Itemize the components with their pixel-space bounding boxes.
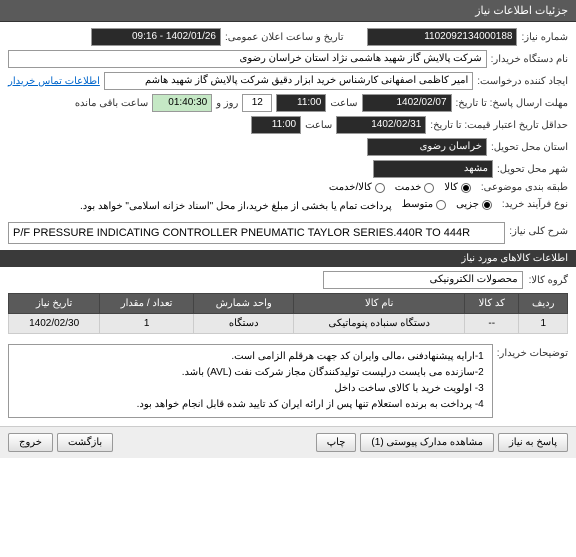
header-bar: جزئیات اطلاعات نیاز [0, 0, 576, 22]
radio-icon [424, 183, 434, 193]
countdown: 01:40:30 [152, 94, 212, 112]
need-number-label: شماره نیاز: [521, 32, 568, 43]
radio-icon [375, 183, 385, 193]
city-label: شهر محل تحویل: [497, 164, 568, 175]
sub-header-title: اطلاعات کالاهای مورد نیاز [461, 253, 568, 264]
day-label: روز و [216, 98, 238, 109]
radio-medium[interactable]: متوسط [402, 199, 446, 210]
print-button[interactable]: چاپ [316, 433, 357, 452]
th-code: کد کالا [464, 294, 519, 314]
classification-label: طبقه بندی موضوعی: [481, 182, 568, 193]
buyer-value: شرکت پالایش گاز شهید هاشمی نژاد استان خر… [8, 50, 487, 68]
description-label: شرح کلی نیاز: [509, 226, 568, 237]
province-value: خراسان رضوی [367, 138, 487, 156]
radio-goods[interactable]: کالا [444, 182, 471, 193]
contact-link[interactable]: اطلاعات تماس خریدار [8, 76, 100, 87]
exit-button[interactable]: خروج [8, 433, 53, 452]
group-label: گروه کالا: [529, 275, 568, 286]
radio-icon [461, 183, 471, 193]
deadline-date: 1402/02/07 [362, 94, 452, 112]
deadline-label: مهلت ارسال پاسخ: تا تاریخ: [456, 98, 568, 109]
description-box: P/F PRESSURE INDICATING CONTROLLER PNEUM… [8, 222, 505, 244]
td-code: -- [464, 314, 519, 334]
td-name: دستگاه سنباده پنوماتیکی [294, 314, 465, 334]
form-section: شماره نیاز: 1102092134000188 تاریخ و ساع… [0, 22, 576, 222]
td-row: 1 [519, 314, 568, 334]
th-row: ردیف [519, 294, 568, 314]
radio-icon [482, 200, 492, 210]
hour-label-2: ساعت [305, 120, 332, 131]
announce-value: 1402/01/26 - 09:16 [91, 28, 221, 46]
price-valid-label: حداقل تاریخ اعتبار قیمت: تا تاریخ: [430, 120, 568, 131]
respond-button[interactable]: پاسخ به نیاز [498, 433, 568, 452]
notes-label: توضیحات خریدار: [497, 348, 568, 359]
group-value: محصولات الکترونیکی [323, 271, 523, 289]
header-title: جزئیات اطلاعات نیاز [475, 5, 568, 17]
radio-both[interactable]: کالا/خدمت [329, 182, 385, 193]
creator-label: ایجاد کننده درخواست: [477, 76, 568, 87]
note-line: 2-سازنده می بایست درلیست تولیدکنندگان مج… [17, 365, 484, 381]
deadline-min: 12 [242, 94, 272, 112]
note-line: 1-ارایه پیشنهادفنی ،مالی وایران کد جهت ه… [17, 349, 484, 365]
buyer-label: نام دستگاه خریدار: [491, 54, 568, 65]
remaining-label: ساعت باقی مانده [75, 98, 148, 109]
items-table: ردیف کد کالا نام کالا واحد شمارش تعداد /… [8, 293, 568, 334]
note-line: 3- اولویت خرید با کالای ساخت داخل [17, 381, 484, 397]
back-button[interactable]: بازگشت [57, 433, 113, 452]
table-row[interactable]: 1 -- دستگاه سنباده پنوماتیکی دستگاه 1 14… [9, 314, 568, 334]
city-value: مشهد [373, 160, 493, 178]
sub-header: اطلاعات کالاهای مورد نیاز [0, 250, 576, 267]
hour-label-1: ساعت [330, 98, 357, 109]
announce-label: تاریخ و ساعت اعلان عمومی: [225, 32, 344, 43]
creator-value: امیر کاظمی اصفهانی کارشناس خرید ابزار دق… [104, 72, 473, 90]
price-valid-hour: 11:00 [251, 116, 301, 134]
th-name: نام کالا [294, 294, 465, 314]
deadline-hour: 11:00 [276, 94, 326, 112]
purchase-note: پرداخت تمام یا بخشی از مبلغ خرید،از محل … [80, 201, 392, 212]
process-label: نوع فرآیند خرید: [502, 199, 568, 210]
td-unit: دستگاه [193, 314, 293, 334]
province-label: استان محل تحویل: [491, 142, 568, 153]
th-unit: واحد شمارش [193, 294, 293, 314]
attachments-button[interactable]: مشاهده مدارک پیوستی (1) [360, 433, 494, 452]
th-qty: تعداد / مقدار [100, 294, 194, 314]
notes-box: 1-ارایه پیشنهادفنی ،مالی وایران کد جهت ه… [8, 344, 493, 418]
note-line: 4- پرداخت به برنده استعلام تنها پس از ار… [17, 397, 484, 413]
need-number-value: 1102092134000188 [367, 28, 517, 46]
price-valid-date: 1402/02/31 [336, 116, 426, 134]
td-qty: 1 [100, 314, 194, 334]
th-date: تاریخ نیاز [9, 294, 100, 314]
footer: پاسخ به نیاز مشاهده مدارک پیوستی (1) چاپ… [0, 426, 576, 458]
radio-minor[interactable]: جزیی [456, 199, 492, 210]
td-date: 1402/02/30 [9, 314, 100, 334]
radio-service[interactable]: خدمت [395, 182, 435, 193]
radio-icon [436, 200, 446, 210]
